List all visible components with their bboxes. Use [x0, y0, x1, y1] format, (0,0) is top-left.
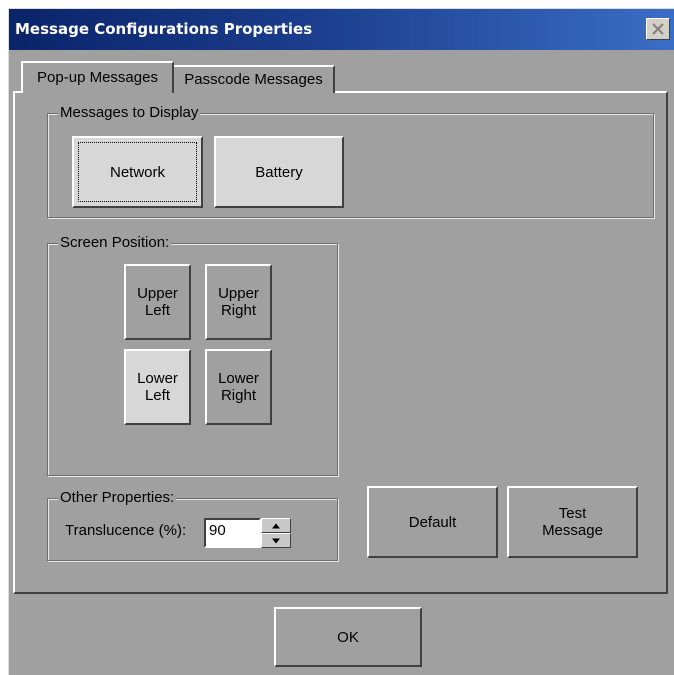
test-line1: Test: [558, 505, 587, 522]
lower-left-line1: Lower: [137, 370, 178, 387]
other-properties-legend: Other Properties:: [58, 489, 177, 506]
translucence-value: 90: [209, 522, 226, 539]
lower-right-line1: Lower: [218, 370, 259, 387]
upper-right-line2: Right: [220, 302, 256, 319]
window-title: Message Configurations Properties: [15, 20, 313, 38]
battery-button[interactable]: Battery: [214, 136, 344, 208]
lower-left-button[interactable]: Lower Left: [124, 349, 191, 425]
battery-button-label: Battery: [255, 163, 303, 181]
messages-group: Messages to Display Network Battery: [47, 104, 654, 218]
arrow-up-icon: [272, 523, 280, 528]
ok-button-label: OK: [337, 628, 359, 646]
tab-popup-messages[interactable]: Pop-up Messages: [21, 61, 174, 93]
translucence-label: Translucence (%):: [65, 522, 187, 539]
network-button[interactable]: Network: [72, 136, 203, 208]
spin-down-button[interactable]: [261, 533, 291, 548]
tab-label: Passcode Messages: [184, 71, 323, 88]
other-properties-group: Other Properties: Translucence (%): 90: [47, 489, 338, 561]
title-bar[interactable]: Message Configurations Properties: [9, 9, 674, 50]
ok-button[interactable]: OK: [274, 607, 422, 667]
upper-right-button[interactable]: Upper Right: [205, 264, 272, 340]
upper-left-line2: Left: [144, 302, 170, 319]
network-button-label: Network: [109, 163, 165, 181]
default-button[interactable]: Default: [367, 486, 498, 558]
screen-position-group: Screen Position: Upper Left Upper Right …: [47, 234, 338, 476]
dialog-window: Message Configurations Properties Pop-up…: [8, 8, 674, 675]
tab-passcode-messages[interactable]: Passcode Messages: [173, 65, 335, 93]
screen-position-legend: Screen Position:: [58, 234, 172, 251]
test-message-button[interactable]: Test Message: [507, 486, 638, 558]
lower-right-button[interactable]: Lower Right: [205, 349, 272, 425]
messages-group-legend: Messages to Display: [58, 104, 201, 121]
lower-right-line2: Right: [220, 387, 256, 404]
tab-panel: Messages to Display Network Battery Scre…: [13, 91, 668, 594]
spin-up-button[interactable]: [261, 518, 291, 533]
test-line2: Message: [542, 522, 603, 539]
translucence-input[interactable]: 90: [204, 518, 261, 548]
close-button[interactable]: [646, 18, 670, 40]
arrow-down-icon: [272, 538, 280, 543]
close-icon: [652, 23, 664, 35]
upper-left-line1: Upper: [137, 285, 178, 302]
lower-left-line2: Left: [144, 387, 170, 404]
upper-right-line1: Upper: [218, 285, 259, 302]
tab-label: Pop-up Messages: [37, 69, 158, 86]
default-button-label: Default: [408, 513, 457, 531]
upper-left-button[interactable]: Upper Left: [124, 264, 191, 340]
